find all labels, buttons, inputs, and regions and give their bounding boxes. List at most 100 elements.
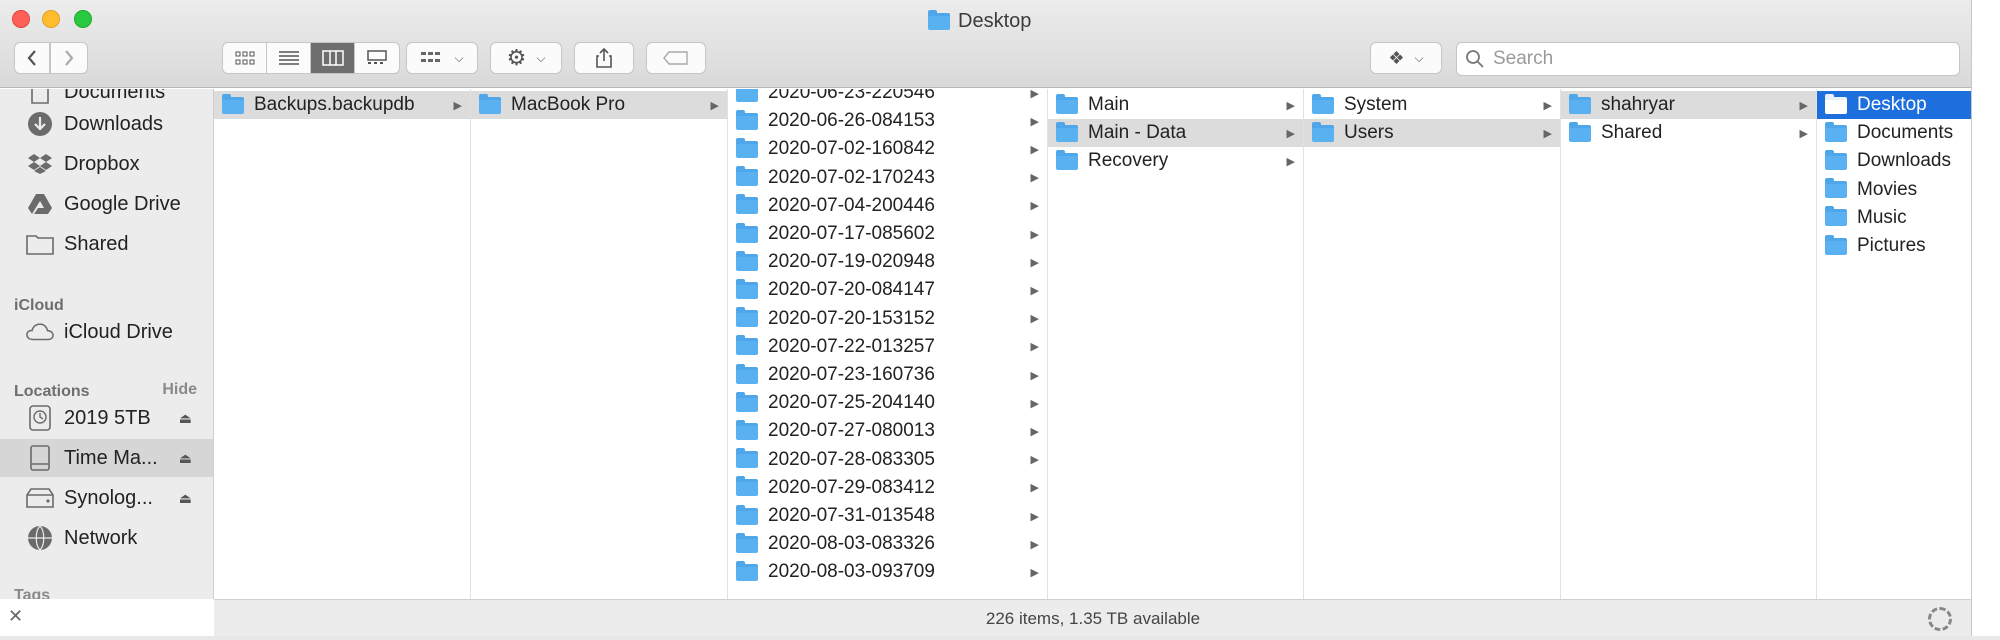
eject-icon[interactable]: ⏏	[179, 490, 192, 507]
folder-row[interactable]: 2020-07-02-160842 ▶	[728, 135, 1047, 163]
folder-row[interactable]: 2020-07-31-013548 ▶	[728, 502, 1047, 530]
disclosure-arrow-icon: ▶	[1030, 89, 1039, 100]
sidebar-item-dropbox[interactable]: Dropbox	[0, 145, 213, 183]
folder-icon	[1056, 93, 1078, 114]
disclosure-arrow-icon: ▶	[1030, 510, 1039, 523]
group-by-button[interactable]: ⌵	[406, 42, 478, 74]
folder-row[interactable]: 2020-07-29-083412 ▶	[728, 474, 1047, 502]
sidebar-item-label: Documents	[64, 89, 166, 103]
folder-name: 2020-07-17-085602	[768, 223, 935, 244]
sidebar-item-icloud-drive[interactable]: iCloud Drive	[0, 313, 213, 351]
folder-row[interactable]: Backups.backupdb ▶	[214, 91, 470, 119]
sidebar-item-label: Downloads	[64, 112, 163, 135]
icon-view-button[interactable]	[223, 43, 267, 73]
sidebar-item-downloads[interactable]: Downloads	[0, 105, 213, 143]
gallery-view-button[interactable]	[355, 43, 399, 73]
sidebar-section-tags: Tags	[14, 587, 51, 599]
folder-row[interactable]: 2020-07-20-153152 ▶	[728, 305, 1047, 333]
folder-row[interactable]: Main - Data ▶	[1048, 119, 1303, 148]
folder-row[interactable]: Shared ▶	[1561, 119, 1816, 147]
share-button[interactable]	[574, 42, 634, 74]
disclosure-arrow-icon: ▶	[1286, 155, 1295, 168]
sidebar-item-2019-5tb[interactable]: 2019 5TB ⏏	[0, 399, 213, 437]
action-menu-button[interactable]: ⚙ ⌵	[490, 42, 562, 74]
folder-row[interactable]: 2020-08-03-083326 ▶	[728, 530, 1047, 558]
sidebar-item-label: Dropbox	[64, 152, 140, 175]
gallery-icon	[367, 50, 387, 64]
folder-icon	[736, 532, 758, 553]
folder-icon	[1312, 93, 1334, 114]
folder-row[interactable]: 2020-07-22-013257 ▶	[728, 333, 1047, 361]
folder-icon	[928, 9, 950, 30]
folder-row[interactable]: 2020-07-20-084147 ▶	[728, 276, 1047, 304]
folder-row[interactable]: 2020-07-25-204140 ▶	[728, 389, 1047, 417]
folder-row[interactable]: 2020-07-23-160736 ▶	[728, 361, 1047, 389]
folder-name: Main - Data	[1088, 122, 1187, 144]
folder-row[interactable]: 2020-07-02-170243 ▶	[728, 164, 1047, 192]
sidebar-item-synology[interactable]: Synolog... ⏏	[0, 479, 213, 517]
search-input[interactable]	[1493, 48, 1933, 70]
folder-name: Shared	[1601, 122, 1663, 144]
disclosure-arrow-icon: ▶	[1030, 425, 1039, 438]
tag-button[interactable]	[646, 42, 706, 74]
folder-row[interactable]: Downloads	[1817, 147, 1971, 175]
titlebar: Desktop ⌵ ⚙ ⌵ ❖ ⌵ Search	[0, 0, 1971, 88]
column-view-button[interactable]	[311, 43, 355, 73]
folder-name: 2020-07-04-200446	[768, 194, 935, 216]
disclosure-arrow-icon: ▶	[1030, 256, 1039, 269]
sidebar-item-shared[interactable]: Shared	[0, 225, 213, 263]
folder-row[interactable]: shahryar ▶	[1561, 91, 1816, 119]
folder-icon	[1825, 121, 1847, 142]
forward-button[interactable]	[50, 42, 88, 74]
folder-row[interactable]: Recovery ▶	[1048, 147, 1303, 175]
folder-row[interactable]: 2020-08-03-093709 ▶	[728, 558, 1047, 586]
folder-row[interactable]: Users ▶	[1304, 119, 1560, 148]
folder-row[interactable]: System ▶	[1304, 91, 1560, 119]
folder-icon	[736, 278, 758, 299]
folder-row[interactable]: 2020-06-23-220546 ▶	[728, 89, 1047, 107]
folder-name: 2020-07-02-170243	[768, 166, 935, 188]
sidebar-item-network[interactable]: Network	[0, 519, 213, 557]
folder-row[interactable]: Movies	[1817, 176, 1971, 204]
folder-row[interactable]: 2020-07-19-020948 ▶	[728, 248, 1047, 276]
disclosure-arrow-icon: ▶	[1030, 341, 1039, 354]
locations-hide-button[interactable]: Hide	[162, 381, 197, 399]
minimize-button[interactable]	[42, 10, 60, 28]
sidebar-item-label: Network	[64, 526, 138, 549]
folder-icon	[1569, 121, 1591, 142]
folder-row[interactable]: Documents	[1817, 119, 1971, 147]
search-field[interactable]	[1456, 42, 1960, 76]
search-icon	[1466, 50, 1484, 68]
folder-icon	[1825, 178, 1847, 199]
dropbox-button[interactable]: ❖ ⌵	[1370, 42, 1442, 74]
zoom-button[interactable]	[74, 10, 92, 28]
back-button[interactable]	[14, 42, 50, 74]
sidebar-toggle-icon[interactable]: ✕	[8, 606, 23, 627]
folder-row[interactable]: MacBook Pro ▶	[471, 91, 727, 119]
grid-icon	[235, 51, 254, 65]
sidebar-item-time-machine[interactable]: Time Ma... ⏏	[0, 439, 213, 477]
sidebar-item-google-drive[interactable]: Google Drive	[0, 185, 213, 223]
list-view-button[interactable]	[267, 43, 311, 73]
sidebar-item-label: 2019 5TB	[64, 406, 151, 429]
eject-icon[interactable]: ⏏	[179, 450, 192, 467]
list-icon	[278, 51, 299, 65]
close-button[interactable]	[12, 10, 30, 28]
folder-row[interactable]: Desktop	[1817, 91, 1971, 119]
folder-row[interactable]: Pictures	[1817, 232, 1971, 260]
folder-row[interactable]: 2020-07-17-085602 ▶	[728, 220, 1047, 248]
folder-icon	[736, 222, 758, 243]
folder-row[interactable]: Music	[1817, 204, 1971, 232]
folder-row[interactable]: Main ▶	[1048, 91, 1303, 119]
disclosure-arrow-icon: ▶	[1030, 566, 1039, 579]
disclosure-arrow-icon: ▶	[1030, 397, 1039, 410]
page-footer-strip	[0, 636, 2000, 640]
document-icon	[26, 89, 54, 104]
folder-row[interactable]: 2020-06-26-084153 ▶	[728, 107, 1047, 135]
eject-icon[interactable]: ⏏	[179, 410, 192, 427]
folder-name: Users	[1344, 122, 1394, 144]
folder-row[interactable]: 2020-07-27-080013 ▶	[728, 417, 1047, 445]
folder-row[interactable]: 2020-07-28-083305 ▶	[728, 446, 1047, 474]
folder-name: 2020-07-23-160736	[768, 364, 935, 385]
folder-row[interactable]: 2020-07-04-200446 ▶	[728, 192, 1047, 220]
